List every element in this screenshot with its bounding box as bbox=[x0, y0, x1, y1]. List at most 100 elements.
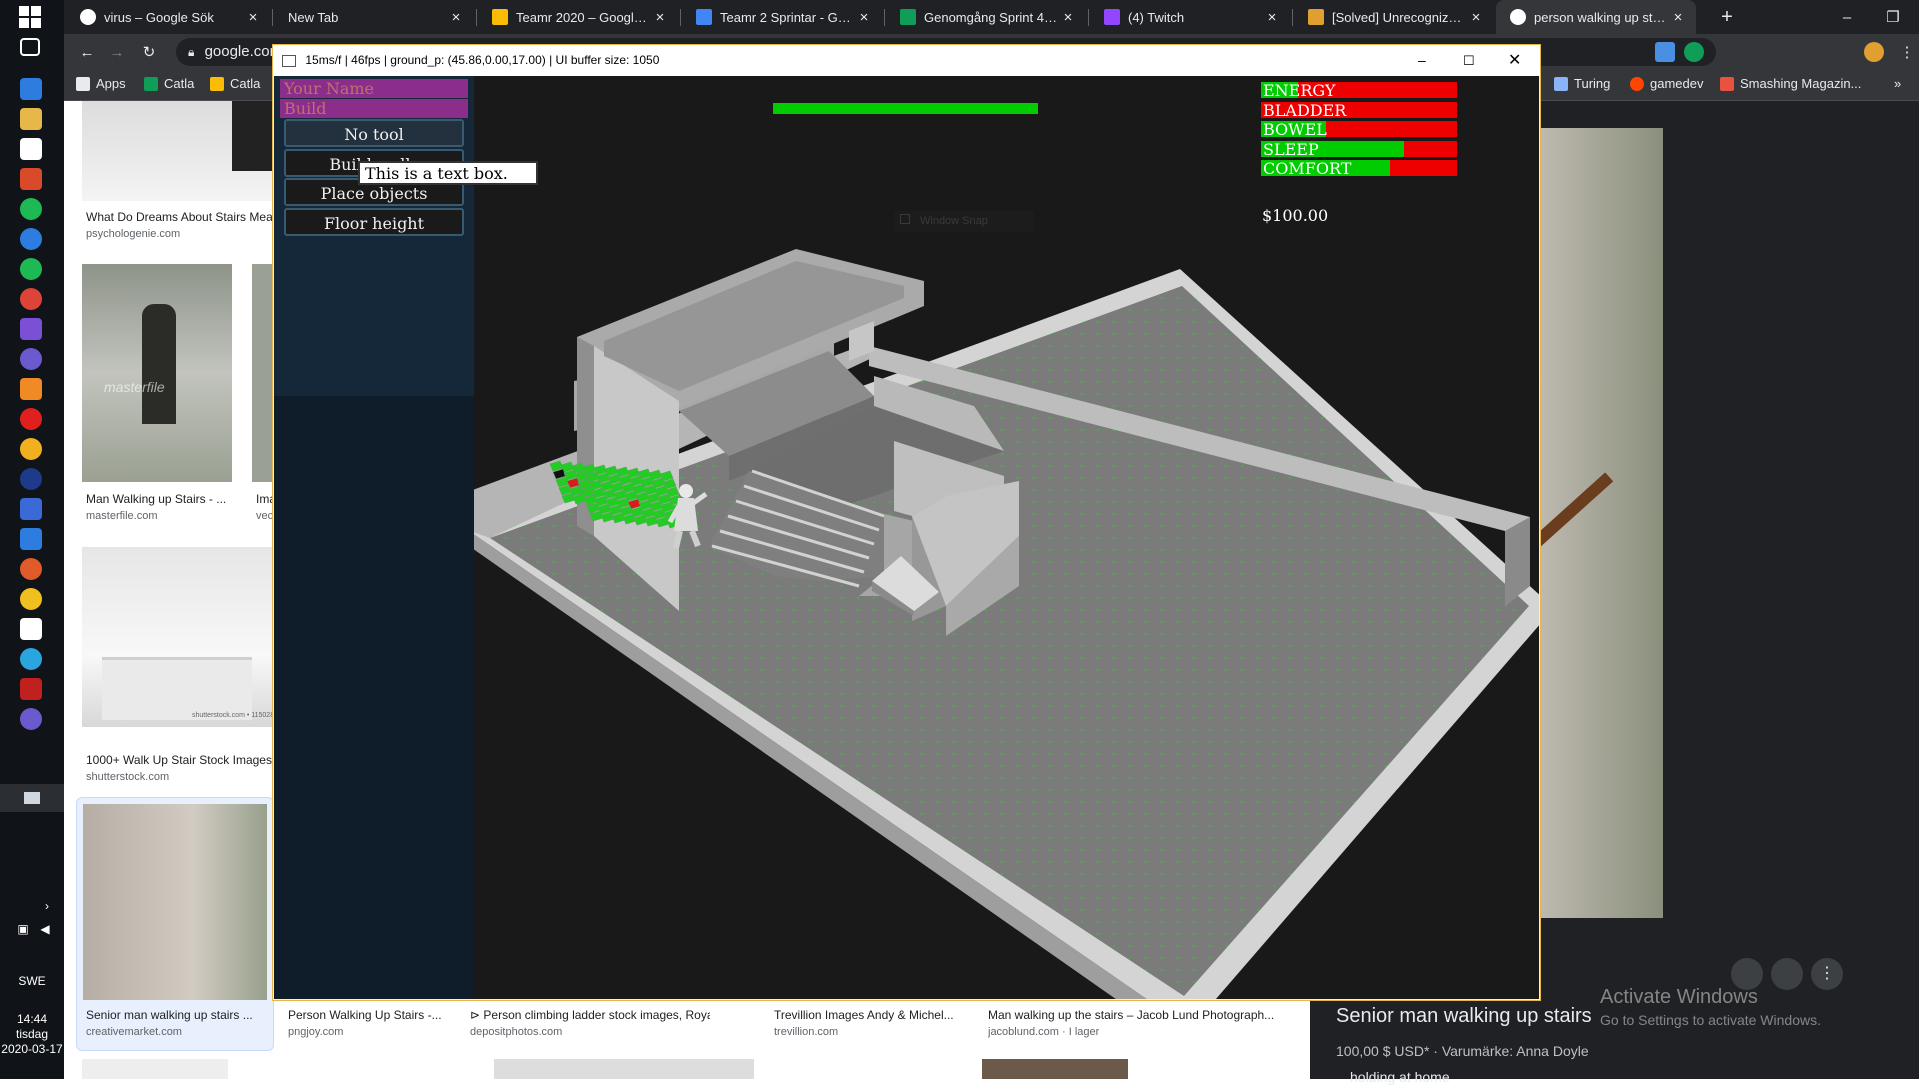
sheets-icon bbox=[900, 9, 916, 25]
tool-sidebar: Your Name Build No tool Build walls Plac… bbox=[274, 76, 474, 999]
windows-taskbar: ▣ ◀ › SWE 14:44 tisdag 2020-03-17 bbox=[0, 0, 64, 1079]
bookmark-gamedev[interactable]: gamedev bbox=[1630, 76, 1703, 91]
cloud-icon[interactable] bbox=[20, 228, 42, 250]
eclipse-icon[interactable] bbox=[20, 348, 42, 370]
minimize-icon[interactable]: – bbox=[1418, 45, 1426, 76]
close-tab-icon[interactable]: × bbox=[245, 9, 261, 26]
visual-studio-icon[interactable] bbox=[20, 318, 42, 340]
clock-time[interactable]: 14:44 bbox=[0, 1012, 64, 1027]
extension-icon[interactable] bbox=[1655, 42, 1675, 62]
reddit-icon bbox=[1630, 76, 1644, 91]
file-explorer-icon[interactable] bbox=[20, 108, 42, 130]
edge-icon[interactable] bbox=[20, 648, 42, 670]
new-tab-button[interactable]: + bbox=[1704, 0, 1750, 34]
close-tab-icon[interactable]: × bbox=[448, 9, 464, 26]
ghost-window: Window Snap bbox=[894, 211, 1034, 232]
close-tab-icon[interactable]: × bbox=[856, 9, 872, 26]
window-app-icon[interactable] bbox=[20, 618, 42, 640]
tab-virus-search[interactable]: virus – Google Sök × bbox=[66, 0, 271, 34]
mail-icon[interactable] bbox=[20, 78, 42, 100]
git-icon[interactable] bbox=[20, 498, 42, 520]
bookmark-catla[interactable]: Catla bbox=[144, 76, 194, 91]
tab-drive[interactable]: Teamr 2020 – Google Drive × bbox=[478, 0, 678, 34]
preview-title[interactable]: Senior man walking up stairs bbox=[1336, 1005, 1592, 1028]
chrome-icon[interactable] bbox=[20, 288, 42, 310]
result-image[interactable]: shutterstock.com • 1150287108 bbox=[82, 547, 292, 727]
result-source: trevillion.com bbox=[774, 1026, 839, 1038]
result-image[interactable] bbox=[82, 1059, 228, 1079]
text-box[interactable]: This is a text box. bbox=[358, 161, 538, 185]
close-tab-icon[interactable]: × bbox=[1670, 9, 1686, 26]
result-image[interactable] bbox=[494, 1059, 754, 1079]
tab-docs[interactable]: Teamr 2 Sprintar - Google Docs × bbox=[682, 0, 882, 34]
result-source: pngjoy.com bbox=[288, 1026, 344, 1038]
filezilla-icon[interactable] bbox=[20, 678, 42, 700]
sheets-icon bbox=[144, 76, 158, 91]
result-caption[interactable]: 1000+ Walk Up Stair Stock Images bbox=[86, 753, 296, 767]
tab-sheets[interactable]: Genomgång Sprint 4 - Google Sheets × bbox=[886, 0, 1086, 34]
bookmark-turing[interactable]: Turing bbox=[1554, 76, 1610, 91]
close-icon[interactable]: ✕ bbox=[1508, 45, 1521, 76]
result-caption[interactable]: Person Walking Up Stairs -... bbox=[288, 1008, 458, 1022]
profile-avatar-icon[interactable] bbox=[1864, 42, 1884, 62]
close-tab-icon[interactable]: × bbox=[652, 9, 668, 26]
more-options-icon[interactable]: ⋮ bbox=[1811, 958, 1843, 990]
result-caption[interactable]: ⊳ Person climbing ladder stock images, R… bbox=[470, 1008, 710, 1022]
task-view-icon[interactable] bbox=[20, 38, 40, 56]
no-tool-button[interactable]: No tool bbox=[284, 119, 464, 147]
tab-stairs-search[interactable]: person walking up stairs - Google Sök × bbox=[1496, 0, 1696, 34]
player-name-field[interactable]: Your Name bbox=[280, 79, 468, 98]
sublime-icon[interactable] bbox=[20, 378, 42, 400]
app-orange-icon[interactable] bbox=[20, 558, 42, 580]
mode-field[interactable]: Build bbox=[280, 99, 468, 118]
bookmark-apps[interactable]: Apps bbox=[76, 76, 126, 91]
chevron-right-icon[interactable]: › bbox=[36, 895, 58, 917]
result-image[interactable] bbox=[82, 101, 292, 201]
minimize-browser-icon[interactable]: – bbox=[1824, 0, 1870, 34]
browser-menu-icon[interactable]: ⋮ bbox=[1884, 35, 1919, 69]
tab-solved[interactable]: [Solved] Unrecognizable text × bbox=[1294, 0, 1494, 34]
chrome-canary-icon[interactable] bbox=[20, 438, 42, 460]
close-tab-icon[interactable]: × bbox=[1264, 9, 1280, 26]
activate-windows-title: Activate Windows bbox=[1600, 986, 1758, 1008]
input-language[interactable]: SWE bbox=[0, 974, 64, 989]
result-caption[interactable]: Trevillion Images Andy & Michel... bbox=[774, 1008, 974, 1022]
floor-height-button[interactable]: Floor height bbox=[284, 208, 464, 236]
windows-start-icon[interactable] bbox=[19, 6, 41, 28]
close-tab-icon[interactable]: × bbox=[1060, 9, 1076, 26]
result-caption[interactable]: Senior man walking up stairs ... bbox=[86, 1008, 266, 1022]
terminal-icon[interactable] bbox=[20, 138, 42, 160]
network-icon[interactable]: ▣ bbox=[12, 918, 34, 940]
game-viewport[interactable]: Window Snap Your Name Build No tool Buil… bbox=[274, 76, 1539, 999]
chrome-beta-icon[interactable] bbox=[20, 588, 42, 610]
game-titlebar[interactable]: 15ms/f | 46fps | ground_p: (45.86,0.00,1… bbox=[273, 45, 1540, 76]
result-caption[interactable]: Man Walking up Stairs - ... bbox=[86, 492, 236, 506]
more-bookmarks-icon[interactable]: » bbox=[1894, 76, 1901, 91]
close-tab-icon[interactable]: × bbox=[1468, 9, 1484, 26]
app-icon[interactable] bbox=[20, 168, 42, 190]
result-caption[interactable]: Man walking up the stairs – Jacob Lund P… bbox=[988, 1008, 1288, 1022]
bookmark-catla-drive[interactable]: Catla bbox=[210, 76, 260, 91]
opera-icon[interactable] bbox=[20, 408, 42, 430]
volume-icon[interactable]: ◀ bbox=[34, 918, 56, 940]
tab-twitch[interactable]: (4) Twitch × bbox=[1090, 0, 1290, 34]
smashing-icon bbox=[1720, 76, 1734, 91]
eclipse-2-icon[interactable] bbox=[20, 708, 42, 730]
bookmark-icon[interactable] bbox=[1771, 958, 1803, 990]
result-caption[interactable]: What Do Dreams About Stairs Mean bbox=[86, 210, 296, 224]
tab-new-tab[interactable]: New Tab × bbox=[274, 0, 474, 34]
reload-icon[interactable]: ↻ bbox=[126, 35, 172, 69]
active-app-icon[interactable] bbox=[0, 784, 64, 812]
result-image[interactable] bbox=[982, 1059, 1128, 1079]
maximize-browser-icon[interactable]: ❐ bbox=[1870, 0, 1916, 34]
spotify-icon[interactable] bbox=[20, 258, 42, 280]
browser-tab-strip: virus – Google Sök × New Tab × Teamr 202… bbox=[64, 0, 1919, 34]
app-circle-icon[interactable] bbox=[20, 468, 42, 490]
maximize-icon[interactable]: ☐ bbox=[1463, 45, 1475, 76]
bookmark-smashing[interactable]: Smashing Magazin... bbox=[1720, 76, 1861, 91]
app-blue-icon[interactable] bbox=[20, 528, 42, 550]
need-comfort: COMFORT bbox=[1261, 159, 1457, 179]
result-image[interactable]: masterfile bbox=[82, 264, 232, 482]
search-app-icon[interactable] bbox=[20, 198, 42, 220]
extension-green-icon[interactable] bbox=[1684, 42, 1704, 62]
